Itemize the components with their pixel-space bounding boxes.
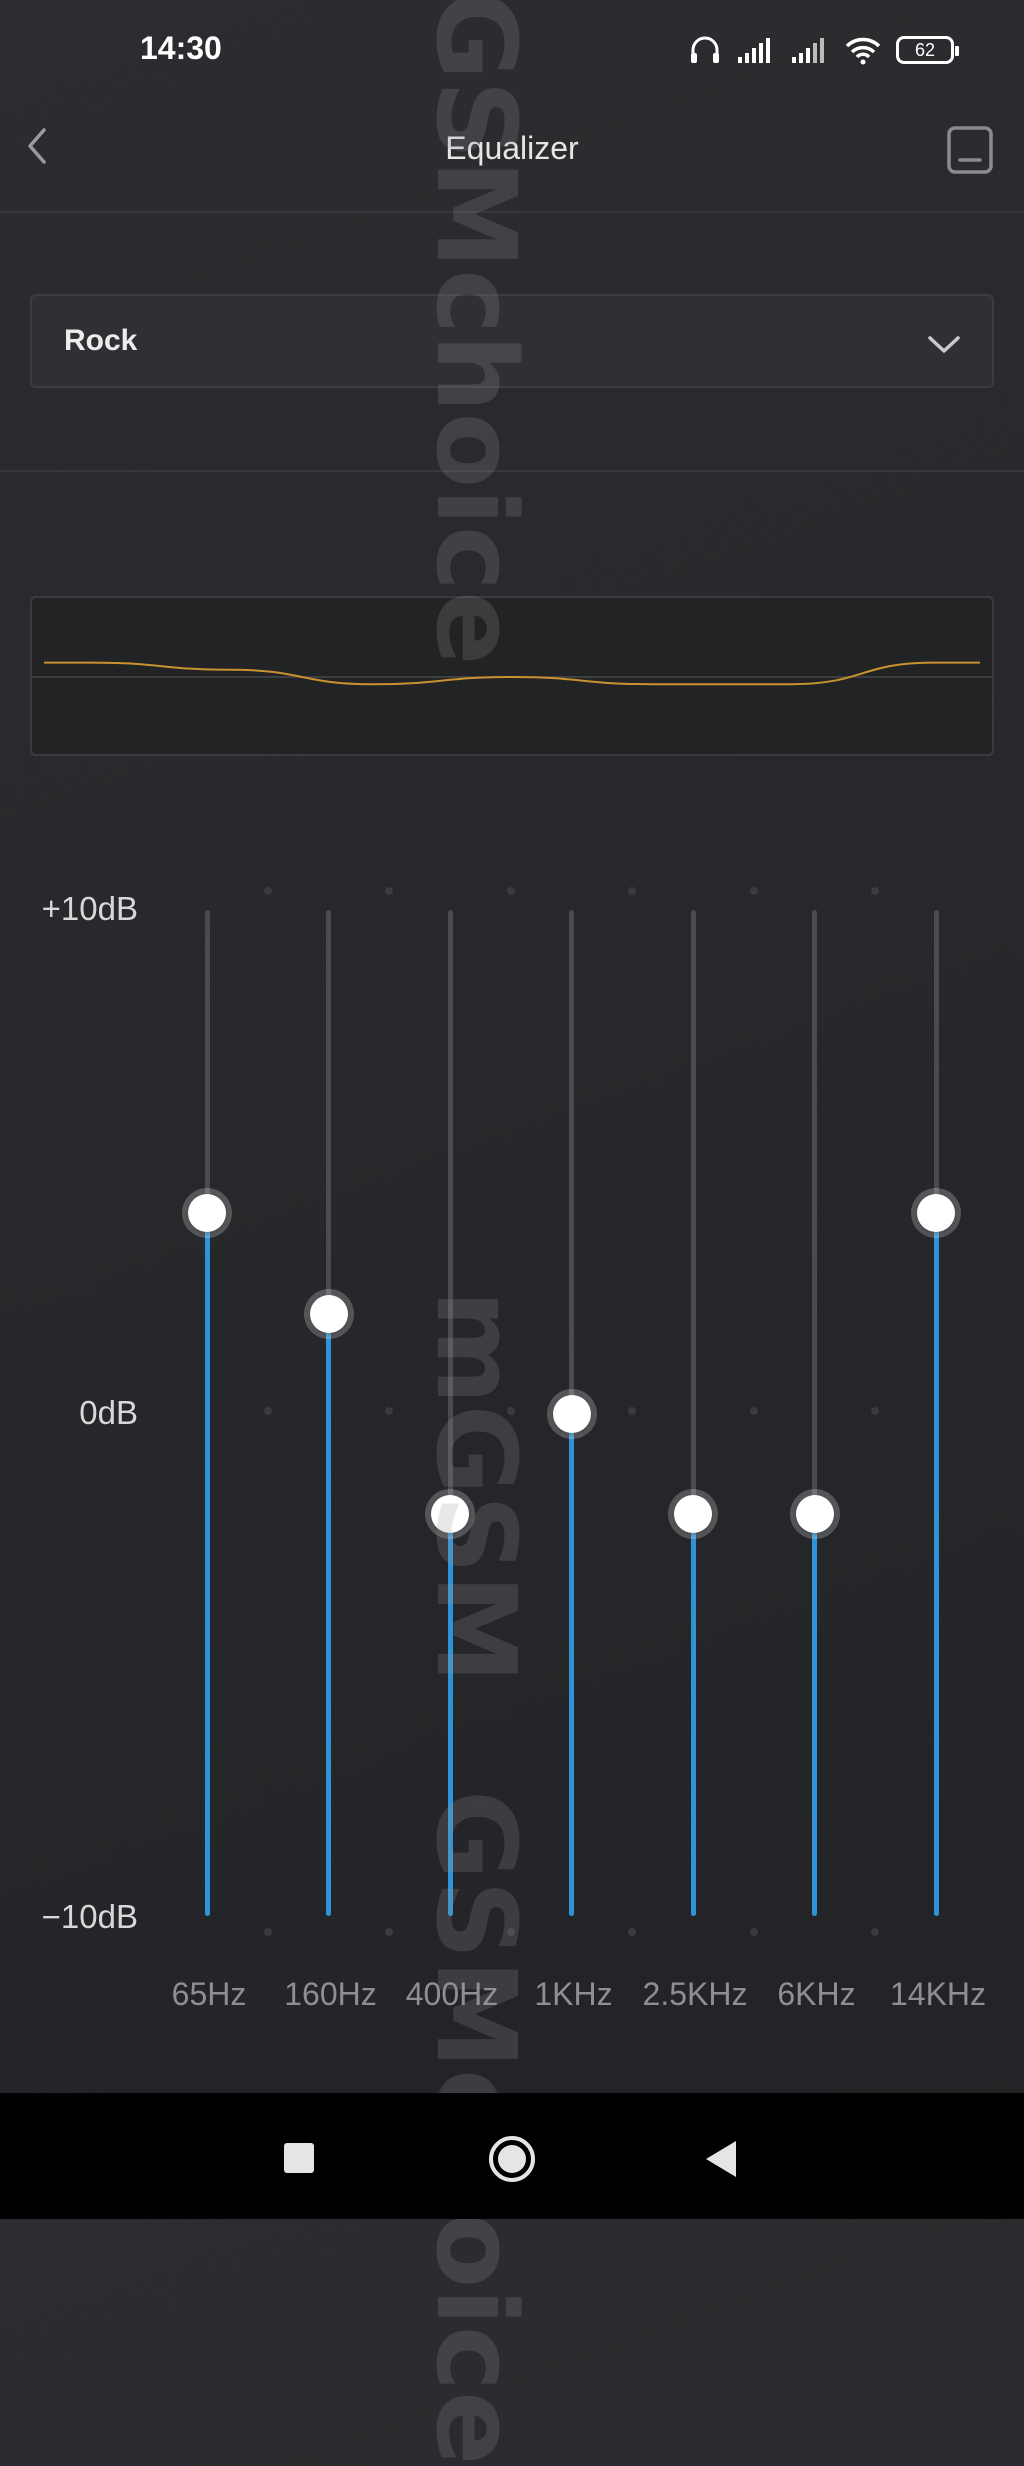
- watermark-text: GSMchoice: [412, 0, 540, 666]
- slider-fill-6KHz: [812, 1514, 817, 1916]
- grid-dot: [749, 887, 758, 895]
- save-preset-button[interactable]: [944, 124, 996, 176]
- home-button[interactable]: [487, 2134, 537, 2184]
- grid-dot: [385, 1928, 394, 1936]
- db-label-min: −10dB: [41, 1898, 138, 1935]
- slider-knob-160Hz[interactable]: [309, 1294, 348, 1333]
- chevron-down-icon: [928, 336, 960, 353]
- slider-knob-14KHz[interactable]: [917, 1194, 955, 1233]
- save-preset-icon: [947, 126, 993, 174]
- slider-fill-160Hz: [326, 1313, 331, 1916]
- battery-level: 62: [914, 39, 936, 60]
- grid-dot: [628, 887, 637, 895]
- signal-icon: [738, 38, 770, 63]
- nav-back-button[interactable]: [704, 2139, 738, 2179]
- watermark-text: mGSM: [412, 1290, 540, 1684]
- slider-fill-65Hz: [204, 1213, 210, 1916]
- signal-icon: [792, 38, 824, 63]
- db-label-zero: 0dB: [79, 1394, 138, 1431]
- status-time: 14:30: [140, 30, 222, 66]
- slider-fill-14KHz: [933, 1213, 939, 1916]
- preset-selected-label: Rock: [64, 324, 138, 357]
- grid-dot: [385, 1407, 394, 1415]
- grid-dot: [385, 887, 394, 895]
- grid-dot: [871, 1928, 880, 1936]
- eq-curve-line: [44, 661, 980, 686]
- grid-dot: [263, 1407, 272, 1415]
- slider-knob-2.5KHz[interactable]: [674, 1495, 712, 1534]
- status-icons: 62: [688, 30, 959, 70]
- frequency-label: 14KHz: [889, 1976, 987, 2012]
- slider-knob-1KHz[interactable]: [552, 1395, 591, 1433]
- db-label-max: +10dB: [41, 890, 138, 927]
- slider-fill-2.5KHz: [690, 1514, 696, 1916]
- grid-dot: [628, 1928, 637, 1936]
- wifi-icon: [845, 37, 881, 65]
- grid-dot: [263, 887, 272, 895]
- grid-dot: [749, 1407, 758, 1415]
- slider-knob-6KHz[interactable]: [795, 1495, 834, 1534]
- triangle-back-icon: [706, 2141, 736, 2177]
- battery-icon: 62: [896, 36, 959, 64]
- recents-button[interactable]: [284, 2143, 314, 2173]
- grid-dot: [628, 1407, 637, 1415]
- grid-dot: [506, 887, 515, 895]
- grid-dot: [263, 1928, 272, 1936]
- slider-knob-65Hz[interactable]: [188, 1194, 226, 1233]
- slider-fill-1KHz: [569, 1414, 574, 1916]
- grid-dot: [871, 1407, 880, 1415]
- circle-icon: [489, 2136, 535, 2182]
- grid-dot: [871, 887, 880, 895]
- grid-dot: [749, 1928, 758, 1936]
- headphones-icon: [691, 36, 719, 63]
